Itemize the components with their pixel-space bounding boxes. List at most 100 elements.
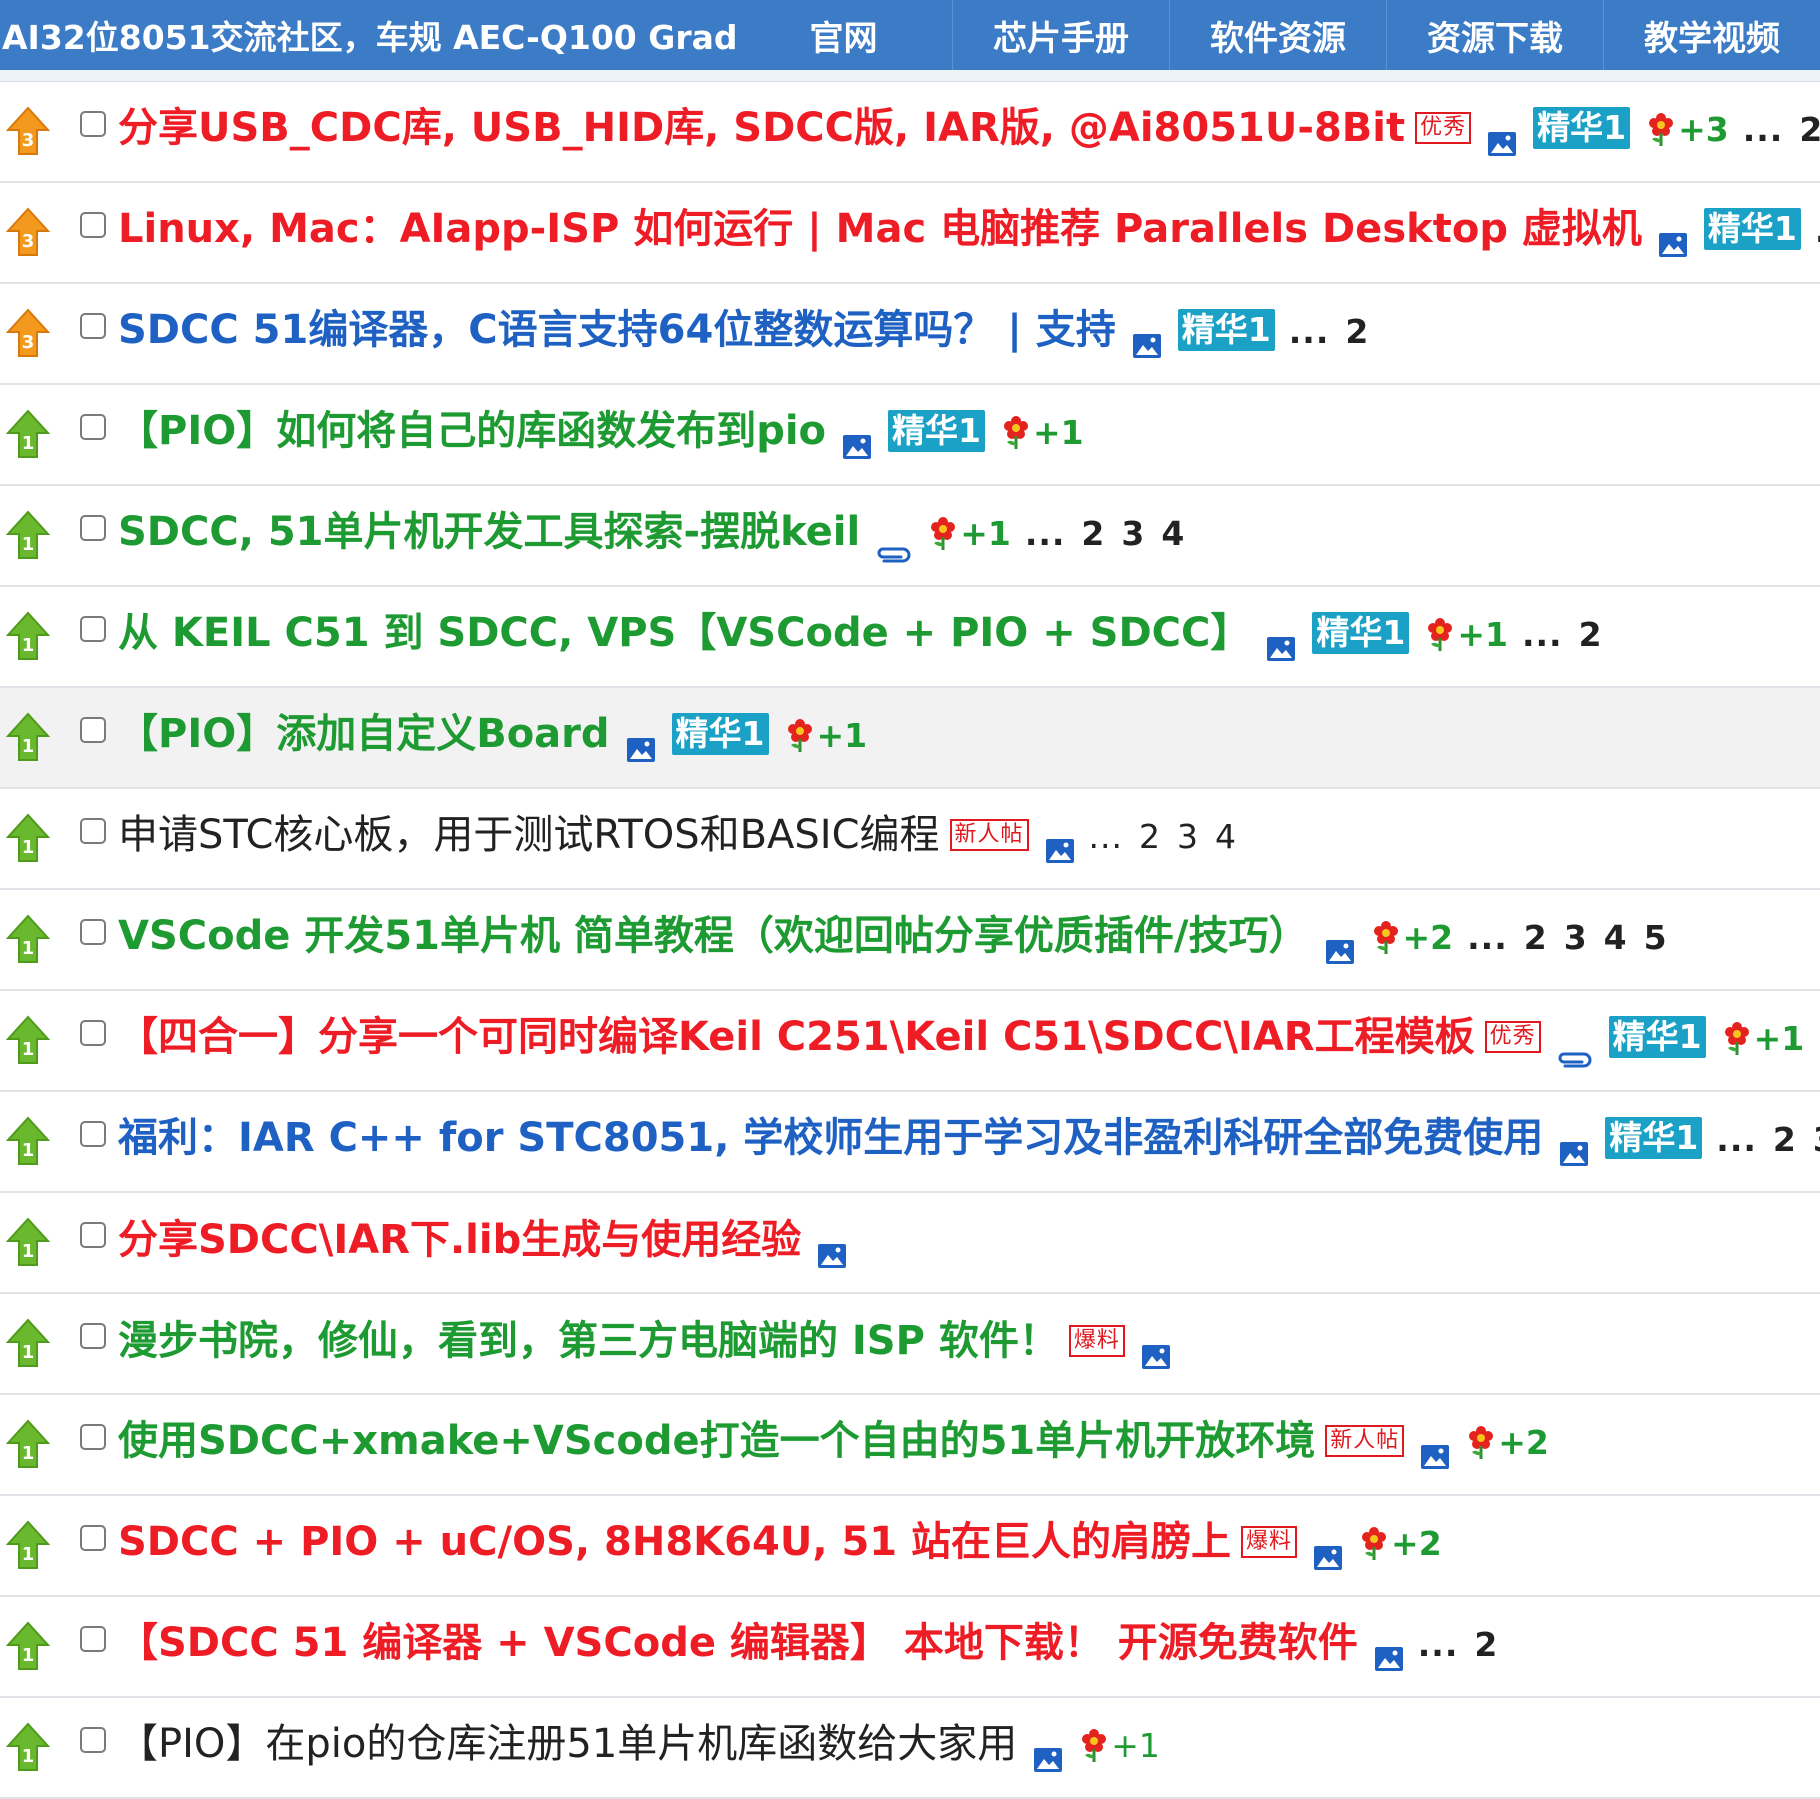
thread-row[interactable]: 1 【四合一】分享一个可同时编译Keil C251\Keil C51\SDCC\…: [0, 991, 1820, 1092]
thread-title-text[interactable]: VSCode 开发51单片机 简单教程（欢迎回帖分享优质插件/技巧）: [118, 913, 1309, 959]
thread-title-link[interactable]: SDCC + PIO + uC/OS, 8H8K64U, 51 站在巨人的肩膀上…: [118, 1512, 1442, 1574]
thread-row[interactable]: 1 【PIO】在pio的仓库注册51单片机库函数给大家用 +1: [0, 1698, 1820, 1799]
thread-title-link[interactable]: 【PIO】如何将自己的库函数发布到pio 精华1 +1: [118, 401, 1084, 463]
nav-tutorial-videos[interactable]: 教学视频: [1603, 0, 1820, 70]
essence-badge[interactable]: 精华1: [1177, 308, 1275, 351]
nav-chip-manual[interactable]: 芯片手册: [952, 0, 1169, 70]
thread-title-text[interactable]: SDCC, 51单片机开发工具探索-摆脱keil: [118, 509, 860, 555]
thread-title-text[interactable]: 【PIO】如何将自己的库函数发布到pio: [118, 408, 826, 454]
thread-checkbox[interactable]: [80, 918, 106, 945]
thread-row[interactable]: 1 漫步书院，修仙，看到，第三方电脑端的 ISP 软件！ 爆料: [0, 1294, 1820, 1395]
thread-title-link[interactable]: 从 KEIL C51 到 SDCC, VPS【VSCode + PIO + SD…: [118, 603, 1619, 665]
thread-title-link[interactable]: SDCC, 51单片机开发工具探索-摆脱keil +1... 2 3 4: [118, 502, 1201, 564]
thread-checkbox[interactable]: [80, 817, 106, 844]
thread-checkbox[interactable]: [80, 716, 106, 743]
page-link[interactable]: 2: [1799, 110, 1820, 149]
essence-badge[interactable]: 精华1: [1703, 207, 1801, 250]
thread-title-text[interactable]: 【SDCC 51 编译器 + VSCode 编辑器】 本地下载！ 开源免费软件: [118, 1620, 1358, 1666]
thread-checkbox[interactable]: [80, 1221, 106, 1248]
hot-thread-1-icon: 1: [0, 1617, 80, 1677]
page-link[interactable]: 2: [1474, 1625, 1498, 1664]
thread-checkbox[interactable]: [80, 1726, 106, 1753]
page-link[interactable]: 4: [1161, 514, 1185, 553]
thread-row[interactable]: 1 【PIO】添加自定义Board 精华1 +1: [0, 688, 1820, 789]
essence-badge[interactable]: 精华1: [671, 712, 769, 755]
page-link[interactable]: 3: [1177, 817, 1199, 856]
essence-badge[interactable]: 精华1: [888, 409, 985, 452]
page-link[interactable]: 4: [1215, 817, 1237, 856]
thread-row[interactable]: 1 VSCode 开发51单片机 简单教程（欢迎回帖分享优质插件/技巧） +2..…: [0, 890, 1820, 991]
thread-title-link[interactable]: 申请STC核心板，用于测试RTOS和BASIC编程 新人帖... 2 3 4: [118, 805, 1253, 867]
thread-checkbox[interactable]: [80, 615, 106, 642]
thread-row[interactable]: 1 SDCC, 51单片机开发工具探索-摆脱keil +1... 2 3 4: [0, 486, 1820, 587]
thread-checkbox[interactable]: [80, 1423, 106, 1450]
thread-checkbox[interactable]: [80, 1625, 106, 1652]
thread-row[interactable]: 1 【SDCC 51 编译器 + VSCode 编辑器】 本地下载！ 开源免费软…: [0, 1597, 1820, 1698]
page-link[interactable]: 2: [1579, 615, 1603, 654]
nav-official-site[interactable]: 官网: [735, 0, 952, 70]
thread-title-link[interactable]: 【SDCC 51 编译器 + VSCode 编辑器】 本地下载！ 开源免费软件.…: [118, 1613, 1514, 1675]
thread-title-text[interactable]: 使用SDCC+xmake+VScode打造一个自由的51单片机开放环境: [118, 1418, 1315, 1464]
thread-row[interactable]: 1 【PIO】如何将自己的库函数发布到pio 精华1 +1: [0, 385, 1820, 486]
thread-title-text[interactable]: SDCC 51编译器，C语言支持64位整数运算吗？ | 支持: [118, 307, 1116, 353]
thread-title-text[interactable]: 福利：IAR C++ for STC8051, 学校师生用于学习及非盈利科研全部…: [118, 1115, 1543, 1161]
thread-title-link[interactable]: 使用SDCC+xmake+VScode打造一个自由的51单片机开放环境 新人帖 +2: [118, 1411, 1549, 1473]
page-link[interactable]: 2: [1139, 817, 1161, 856]
thread-checkbox[interactable]: [80, 110, 106, 137]
thread-title-text[interactable]: 分享SDCC\IAR下.lib生成与使用经验: [118, 1217, 801, 1263]
thread-title-link[interactable]: 【PIO】添加自定义Board 精华1 +1: [118, 704, 867, 766]
thread-title-link[interactable]: 漫步书院，修仙，看到，第三方电脑端的 ISP 软件！ 爆料: [118, 1311, 1171, 1371]
thread-checkbox[interactable]: [80, 211, 106, 238]
thread-title-text[interactable]: 【PIO】添加自定义Board: [118, 711, 610, 757]
thread-row[interactable]: 1 使用SDCC+xmake+VScode打造一个自由的51单片机开放环境 新人帖…: [0, 1395, 1820, 1496]
thread-title-text[interactable]: 申请STC核心板，用于测试RTOS和BASIC编程: [118, 812, 940, 858]
thread-row[interactable]: 1 从 KEIL C51 到 SDCC, VPS【VSCode + PIO + …: [0, 587, 1820, 688]
page-link[interactable]: 5: [1644, 918, 1668, 957]
essence-badge[interactable]: 精华1: [1608, 1015, 1706, 1058]
page-link[interactable]: 2: [1524, 918, 1548, 957]
thread-row[interactable]: 1 福利：IAR C++ for STC8051, 学校师生用于学习及非盈利科研…: [0, 1092, 1820, 1193]
thread-title-text[interactable]: 从 KEIL C51 到 SDCC, VPS【VSCode + PIO + SD…: [118, 610, 1250, 656]
essence-badge[interactable]: 精华1: [1312, 611, 1410, 654]
thread-title-link[interactable]: 【PIO】在pio的仓库注册51单片机库函数给大家用 +1: [118, 1714, 1160, 1776]
thread-title-link[interactable]: SDCC 51编译器，C语言支持64位整数运算吗？ | 支持 精华1... 2: [118, 300, 1385, 362]
thread-row[interactable]: 3 SDCC 51编译器，C语言支持64位整数运算吗？ | 支持 精华1... 2: [0, 284, 1820, 385]
page-link[interactable]: 2: [1773, 1120, 1797, 1159]
thread-title-link[interactable]: Linux, Mac：AIapp-ISP 如何运行 | Mac 电脑推荐 Par…: [118, 199, 1820, 261]
site-title[interactable]: AI32位8051交流社区，车规 AEC-Q100 Grade1: [0, 0, 735, 70]
thread-checkbox[interactable]: [80, 1322, 106, 1349]
thread-title-link[interactable]: VSCode 开发51单片机 简单教程（欢迎回帖分享优质插件/技巧） +2... 2…: [118, 906, 1684, 968]
thread-title-text[interactable]: 【PIO】在pio的仓库注册51单片机库函数给大家用: [118, 1721, 1017, 1767]
thread-title-link[interactable]: 分享USB_CDC库, USB_HID库, SDCC版, IAR版, @Ai80…: [118, 98, 1820, 160]
thread-title-text[interactable]: 漫步书院，修仙，看到，第三方电脑端的 ISP 软件！: [118, 1318, 1059, 1364]
thread-title-link[interactable]: 【四合一】分享一个可同时编译Keil C251\Keil C51\SDCC\IA…: [118, 1007, 1820, 1069]
thread-title-link[interactable]: 福利：IAR C++ for STC8051, 学校师生用于学习及非盈利科研全部…: [118, 1108, 1820, 1170]
thread-checkbox[interactable]: [80, 312, 106, 339]
thread-checkbox[interactable]: [80, 1120, 106, 1147]
thread-row[interactable]: 3 分享USB_CDC库, USB_HID库, SDCC版, IAR版, @Ai…: [0, 82, 1820, 183]
thread-title-text[interactable]: 【四合一】分享一个可同时编译Keil C251\Keil C51\SDCC\IA…: [118, 1014, 1475, 1060]
thread-row[interactable]: 1 申请STC核心板，用于测试RTOS和BASIC编程 新人帖... 2 3 4: [0, 789, 1820, 890]
thread-checkbox[interactable]: [80, 1019, 106, 1046]
thread-checkbox[interactable]: [80, 1524, 106, 1551]
thread-row[interactable]: 1 分享SDCC\IAR下.lib生成与使用经验: [0, 1193, 1820, 1294]
page-link[interactable]: 3: [1564, 918, 1588, 957]
thread-row[interactable]: 3 Linux, Mac：AIapp-ISP 如何运行 | Mac 电脑推荐 P…: [0, 183, 1820, 284]
thread-title-text[interactable]: 分享USB_CDC库, USB_HID库, SDCC版, IAR版, @Ai80…: [118, 105, 1405, 151]
thread-checkbox[interactable]: [80, 413, 106, 440]
nav-downloads[interactable]: 资源下载: [1386, 0, 1603, 70]
page-link[interactable]: 2: [1345, 312, 1369, 351]
essence-badge[interactable]: 精华1: [1533, 106, 1631, 149]
nav-software-resources[interactable]: 软件资源: [1169, 0, 1386, 70]
thread-row[interactable]: 1 SDCC + PIO + uC/OS, 8H8K64U, 51 站在巨人的肩…: [0, 1496, 1820, 1597]
page-link[interactable]: 4: [1604, 918, 1628, 957]
thread-title-text[interactable]: SDCC + PIO + uC/OS, 8H8K64U, 51 站在巨人的肩膀上: [118, 1519, 1231, 1565]
essence-badge[interactable]: 精华1: [1605, 1116, 1703, 1159]
thread-checkbox[interactable]: [80, 514, 106, 541]
thread-title-text[interactable]: Linux, Mac：AIapp-ISP 如何运行 | Mac 电脑推荐 Par…: [118, 206, 1642, 252]
page-link[interactable]: 3: [1813, 1120, 1820, 1159]
thread-title-link[interactable]: 分享SDCC\IAR下.lib生成与使用经验: [118, 1210, 847, 1270]
thread-list: 3 分享USB_CDC库, USB_HID库, SDCC版, IAR版, @Ai…: [0, 82, 1820, 1799]
page-link[interactable]: 2: [1081, 514, 1105, 553]
page-link[interactable]: 3: [1121, 514, 1145, 553]
